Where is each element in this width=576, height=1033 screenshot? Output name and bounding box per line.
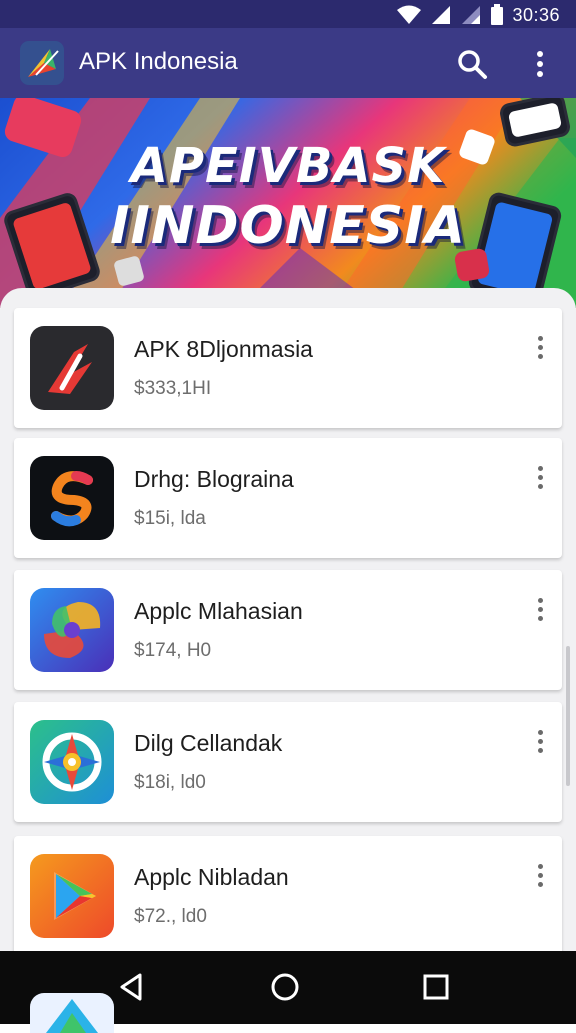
app-name: APK 8Dljonmasia: [134, 336, 313, 362]
app-price: $15i, lda: [134, 508, 206, 529]
app-name: Dilg Cellandak: [134, 730, 283, 756]
app-list-item[interactable]: Drhg: Blograina $15i, lda: [14, 438, 562, 558]
battery-icon: [491, 4, 504, 25]
overflow-menu-icon[interactable]: [534, 336, 546, 364]
overflow-menu-icon[interactable]: [534, 466, 546, 494]
partially-visible-app-icon: [30, 993, 114, 1033]
red-app-icon: [30, 326, 114, 410]
status-icons: 30:36: [396, 4, 560, 26]
more-vert-icon[interactable]: [524, 48, 556, 80]
signal-icon: [432, 6, 451, 24]
wifi-icon: [397, 5, 422, 24]
banner-title-line2: IINDONESIA: [110, 196, 466, 256]
recents-icon[interactable]: [418, 969, 454, 1005]
app-list-sheet: APK 8Dljonmasia $333,1HI Drhg: Blograina…: [0, 288, 576, 951]
home-icon[interactable]: [267, 969, 303, 1005]
app-list-item[interactable]: Applc Mlahasian $174, H0: [14, 570, 562, 690]
status-bar: 30:36: [0, 0, 576, 28]
app-price: $174, H0: [134, 640, 212, 661]
signal-icon: [462, 6, 481, 24]
app-list-item[interactable]: Applc Nibladan $72., ld0: [14, 836, 562, 951]
compass-app-icon: [30, 720, 114, 804]
app-name: Applc Mlahasian: [134, 598, 303, 624]
app-list-item[interactable]: APK 8Dljonmasia $333,1HI: [14, 308, 562, 428]
app-title: APK Indonesia: [79, 48, 238, 75]
app-bar: APK Indonesia: [0, 28, 576, 98]
app-price: $72., ld0: [134, 906, 207, 927]
app-price: $333,1HI: [134, 378, 212, 399]
banner-title-line1: APEIVBASK: [130, 138, 446, 194]
app-price: $18i, ld0: [134, 772, 206, 793]
swirl-app-icon: [30, 588, 114, 672]
overflow-menu-icon[interactable]: [534, 864, 546, 892]
overflow-menu-icon[interactable]: [534, 598, 546, 626]
s-logo-app-icon: [30, 456, 114, 540]
search-icon[interactable]: [456, 48, 488, 80]
app-name: Drhg: Blograina: [134, 466, 294, 492]
back-icon[interactable]: [114, 969, 150, 1005]
apk-logo-icon: [20, 41, 64, 85]
promo-banner[interactable]: APEIVBASK IINDONESIA: [0, 98, 576, 308]
scrollbar[interactable]: [566, 646, 570, 786]
app-list-item[interactable]: Dilg Cellandak $18i, ld0: [14, 702, 562, 822]
play-app-icon: [30, 854, 114, 938]
overflow-menu-icon[interactable]: [534, 730, 546, 758]
app-name: Applc Nibladan: [134, 864, 289, 890]
status-time: 30:36: [512, 4, 560, 25]
